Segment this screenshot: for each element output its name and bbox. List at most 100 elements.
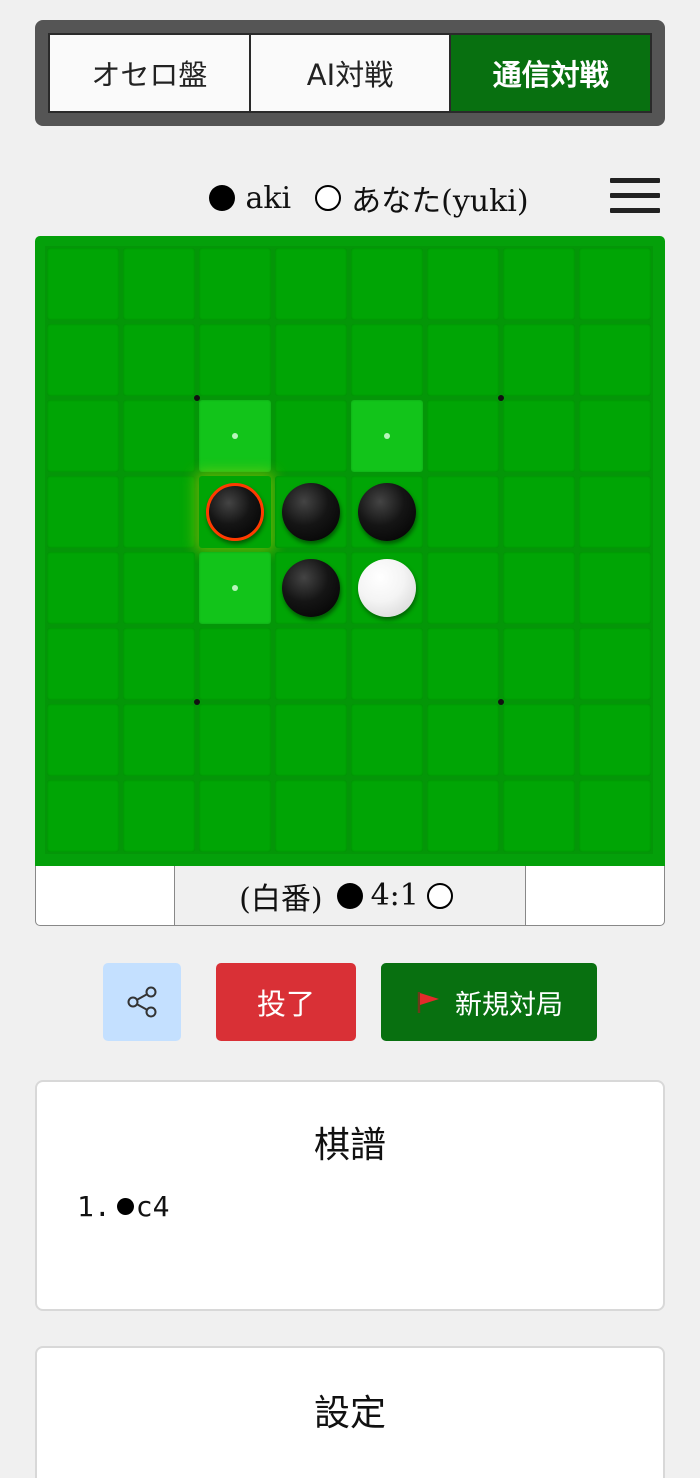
board-cell-h2[interactable] (579, 324, 651, 396)
board-cell-g7[interactable] (503, 704, 575, 776)
board-cell-a1[interactable] (47, 248, 119, 320)
board-cell-d2[interactable] (275, 324, 347, 396)
board-grid (45, 246, 653, 854)
board-cell-e1[interactable] (351, 248, 423, 320)
kifu-move-number: 1. (77, 1190, 111, 1223)
board-cell-d3[interactable] (275, 400, 347, 472)
tab-ai-match[interactable]: AI対戦 (250, 35, 452, 111)
board-cell-e3[interactable] (351, 400, 423, 472)
board-cell-b3[interactable] (123, 400, 195, 472)
board-cell-g4[interactable] (503, 476, 575, 548)
board-cell-f1[interactable] (427, 248, 499, 320)
board-cell-g2[interactable] (503, 324, 575, 396)
board-cell-f5[interactable] (427, 552, 499, 624)
board-cell-h4[interactable] (579, 476, 651, 548)
share-icon (127, 986, 157, 1018)
score-bar: (白番) 4 : 1 (35, 866, 665, 926)
board-cell-a8[interactable] (47, 780, 119, 852)
star-point (498, 395, 504, 401)
board-cell-e4[interactable] (351, 476, 423, 548)
kifu-panel: 棋譜 1. c4 (35, 1080, 665, 1311)
board-cell-e6[interactable] (351, 628, 423, 700)
board-cell-g8[interactable] (503, 780, 575, 852)
board-cell-c7[interactable] (199, 704, 271, 776)
board-cell-b5[interactable] (123, 552, 195, 624)
board-cell-d4[interactable] (275, 476, 347, 548)
board-cell-c8[interactable] (199, 780, 271, 852)
hamburger-menu-icon[interactable] (610, 176, 660, 216)
board-cell-g6[interactable] (503, 628, 575, 700)
white-count-disc-icon (426, 882, 453, 909)
black-player-name: aki (245, 180, 292, 216)
black-count: 4 (370, 878, 390, 913)
board-cell-b1[interactable] (123, 248, 195, 320)
score-separator: : (389, 878, 400, 913)
board-cell-d6[interactable] (275, 628, 347, 700)
board-cell-f4[interactable] (427, 476, 499, 548)
board-cell-h1[interactable] (579, 248, 651, 320)
board-cell-d7[interactable] (275, 704, 347, 776)
othello-board (35, 236, 665, 866)
board-cell-b7[interactable] (123, 704, 195, 776)
star-point (194, 699, 200, 705)
board-cell-b8[interactable] (123, 780, 195, 852)
board-cell-c2[interactable] (199, 324, 271, 396)
board-cell-f8[interactable] (427, 780, 499, 852)
board-cell-h7[interactable] (579, 704, 651, 776)
board-cell-c6[interactable] (199, 628, 271, 700)
board-cell-g5[interactable] (503, 552, 575, 624)
board-cell-h3[interactable] (579, 400, 651, 472)
board-cell-c1[interactable] (199, 248, 271, 320)
legal-move-hint (232, 585, 238, 591)
board-cell-e5[interactable] (351, 552, 423, 624)
board-cell-a6[interactable] (47, 628, 119, 700)
mode-tabs-inner: オセロ盤 AI対戦 通信対戦 (48, 33, 652, 113)
board-cell-g1[interactable] (503, 248, 575, 320)
board-cell-f6[interactable] (427, 628, 499, 700)
board-cell-c4[interactable] (199, 476, 271, 548)
board-cell-f3[interactable] (427, 400, 499, 472)
black-piece (282, 483, 340, 541)
resign-button[interactable]: 投了 (216, 963, 356, 1041)
board-cell-a2[interactable] (47, 324, 119, 396)
board-cell-a5[interactable] (47, 552, 119, 624)
board-cell-h6[interactable] (579, 628, 651, 700)
settings-panel: 設定 (35, 1346, 665, 1478)
board-cell-d5[interactable] (275, 552, 347, 624)
legal-move-hint (232, 433, 238, 439)
score-display: (白番) 4 : 1 (174, 866, 526, 925)
star-point (194, 395, 200, 401)
kifu-move-square: c4 (135, 1190, 170, 1223)
board-cell-f7[interactable] (427, 704, 499, 776)
white-piece (358, 559, 416, 617)
board-cell-b2[interactable] (123, 324, 195, 396)
board-cell-a4[interactable] (47, 476, 119, 548)
board-cell-a7[interactable] (47, 704, 119, 776)
kifu-move: 1. c4 (77, 1190, 169, 1223)
board-cell-c5[interactable] (199, 552, 271, 624)
board-cell-b6[interactable] (123, 628, 195, 700)
turn-indicator: (白番) (239, 881, 323, 917)
board-cell-h5[interactable] (579, 552, 651, 624)
tab-othello-board[interactable]: オセロ盤 (50, 35, 251, 111)
tab-online-match[interactable]: 通信対戦 (451, 35, 651, 111)
app-root: オセロ盤 AI対戦 通信対戦 aki あなた(yuki) (白番) 4 : 1 (0, 0, 700, 1478)
white-count: 1 (399, 878, 419, 913)
board-cell-e8[interactable] (351, 780, 423, 852)
board-cell-f2[interactable] (427, 324, 499, 396)
kifu-black-disc-icon (116, 1198, 134, 1215)
share-button[interactable] (103, 963, 181, 1041)
red-flag-icon (417, 992, 439, 1013)
mode-tabs: オセロ盤 AI対戦 通信対戦 (35, 20, 665, 126)
black-piece (358, 483, 416, 541)
board-cell-e7[interactable] (351, 704, 423, 776)
board-cell-c3[interactable] (199, 400, 271, 472)
board-cell-h8[interactable] (579, 780, 651, 852)
board-cell-d8[interactable] (275, 780, 347, 852)
board-cell-e2[interactable] (351, 324, 423, 396)
board-cell-a3[interactable] (47, 400, 119, 472)
new-game-button[interactable]: 新規対局 (381, 963, 597, 1041)
board-cell-b4[interactable] (123, 476, 195, 548)
board-cell-g3[interactable] (503, 400, 575, 472)
board-cell-d1[interactable] (275, 248, 347, 320)
